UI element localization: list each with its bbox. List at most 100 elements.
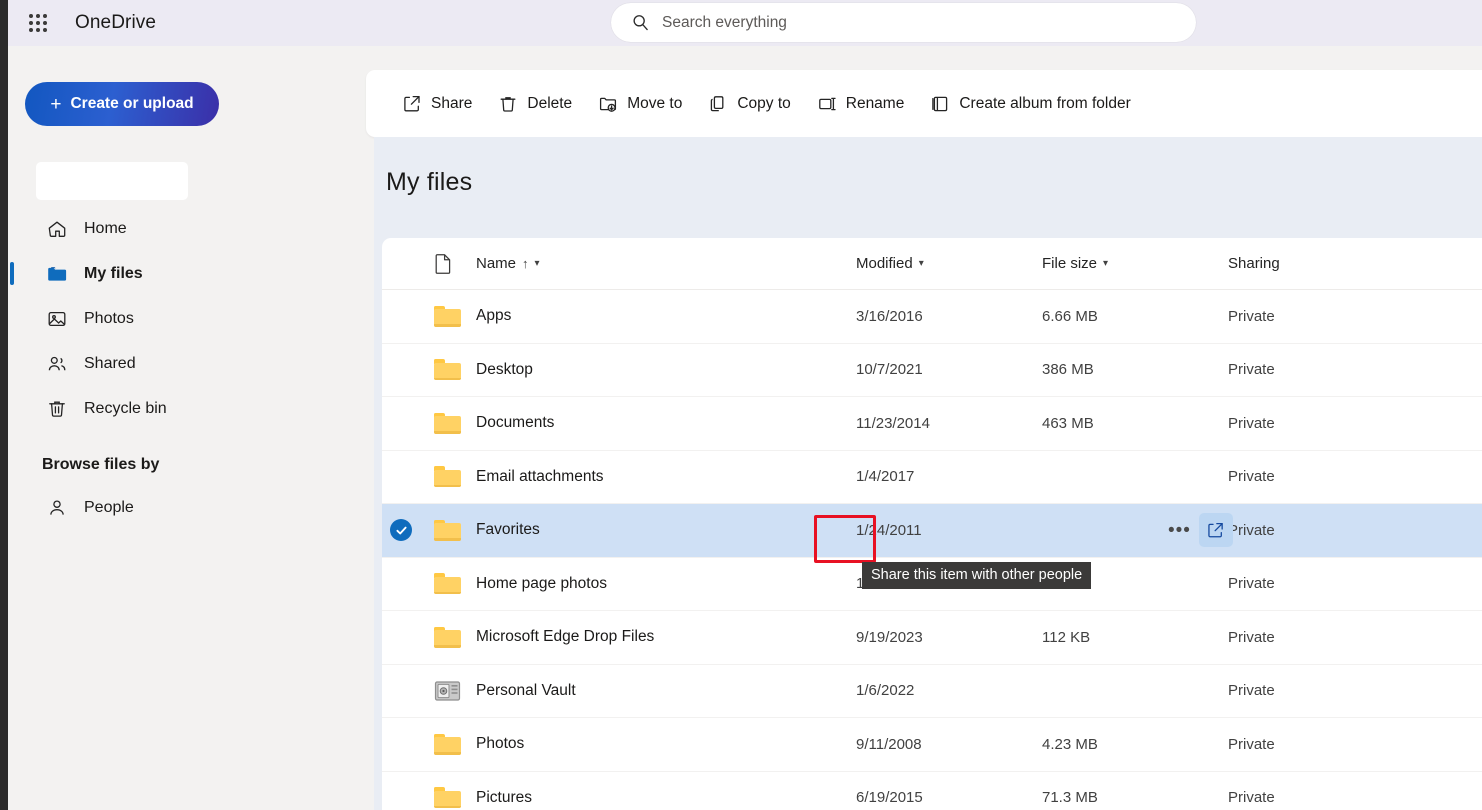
create-or-upload-button[interactable]: + Create or upload [25,82,219,126]
column-header-name[interactable]: Name ↑ ▾ [476,255,856,272]
table-row[interactable]: Documents 11/23/2014 463 MB Private [382,397,1482,451]
home-icon [46,218,68,240]
row-name[interactable]: Favorites [476,521,856,539]
row-name[interactable]: Microsoft Edge Drop Files [476,628,856,646]
row-select-checkbox[interactable] [382,519,420,542]
row-sharing: Private [1228,789,1275,807]
checkbox-unchecked-icon[interactable] [390,626,412,648]
table-row[interactable]: Personal Vault 1/6/2022 Private [382,665,1482,718]
folder-icon [434,412,461,434]
row-share-button[interactable] [1198,513,1233,548]
toolbar-delete-button[interactable]: Delete [486,84,584,124]
toolbar-create-album-button[interactable]: Create album from folder [918,84,1142,124]
file-type-column-header[interactable] [420,253,476,274]
checkbox-unchecked-icon[interactable] [390,680,412,702]
row-select-checkbox[interactable] [382,305,420,327]
move-to-icon [598,94,618,114]
row-more-options-button[interactable]: ••• [1168,521,1191,540]
checkbox-unchecked-icon[interactable] [390,359,412,381]
chevron-down-icon[interactable]: ▾ [919,258,924,269]
row-name[interactable]: Home page photos [476,575,856,593]
sidebar-item-home[interactable]: Home [8,206,374,251]
row-name[interactable]: Email attachments [476,468,856,486]
row-select-checkbox[interactable] [382,359,420,381]
table-row[interactable]: Photos 9/11/2008 4.23 MB Private [382,718,1482,772]
row-sharing: Private [1228,575,1275,593]
table-body: Apps 3/16/2016 6.66 MB Private Desktop 10/7/2… [382,290,1482,810]
row-name[interactable]: Photos [476,735,856,753]
sidebar-item-people[interactable]: People [8,485,374,530]
column-header-modified[interactable]: Modified ▾ [856,255,1042,272]
checkbox-unchecked-icon[interactable] [390,412,412,434]
row-name[interactable]: Documents [476,414,856,432]
checkbox-unchecked-icon[interactable] [390,305,412,327]
column-header-file-size[interactable]: File size ▾ [1042,255,1228,272]
toolbar-move-to-button[interactable]: Move to [586,84,694,124]
table-row[interactable]: Apps 3/16/2016 6.66 MB Private [382,290,1482,344]
create-button-label: Create or upload [70,95,194,112]
browse-files-by-heading: Browse files by [42,456,160,473]
waffle-grid-icon[interactable] [25,10,51,36]
row-select-checkbox[interactable] [382,573,420,595]
toolbar-item-label: Share [431,94,473,112]
checkbox-unchecked-icon[interactable] [390,573,412,595]
folder-icon [434,626,461,648]
row-select-checkbox[interactable] [382,733,420,755]
row-select-checkbox[interactable] [382,787,420,809]
folder-icon [434,733,461,755]
row-file-size: 386 MB [1042,361,1094,379]
sidebar-item-shared[interactable]: Shared [8,341,374,386]
sidebar-item-photos[interactable]: Photos [8,296,374,341]
sidebar-item-recycle-bin[interactable]: Recycle bin [8,386,374,431]
table-row[interactable]: Favorites 1/24/2011 Private ••• [382,504,1482,558]
row-file-icon [420,412,476,434]
copy-icon [708,94,728,114]
table-row[interactable]: Desktop 10/7/2021 386 MB Private [382,344,1482,397]
row-file-size: 112 KB [1042,628,1091,646]
row-select-checkbox[interactable] [382,680,420,702]
row-sharing: Private [1228,307,1275,325]
sort-ascending-icon: ↑ [522,256,529,271]
share-tooltip: Share this item with other people [862,562,1092,589]
toolbar-share-button[interactable]: Share [390,84,484,124]
row-file-icon [420,680,476,702]
chevron-down-icon[interactable]: ▾ [1103,258,1108,269]
toolbar-rename-button[interactable]: Rename [805,84,917,124]
table-row[interactable]: Pictures 6/19/2015 71.3 MB Private [382,772,1482,810]
row-modified: 1/6/2022 [856,682,915,700]
app-brand-title: OneDrive [75,12,157,33]
checkbox-checked-icon[interactable] [390,519,412,542]
document-icon [435,254,451,274]
row-modified: 1/4/2017 [856,468,915,486]
column-header-sharing[interactable]: Sharing [1228,255,1482,272]
toolbar-item-label: Copy to [737,94,791,112]
checkbox-unchecked-icon[interactable] [390,787,412,809]
search-input[interactable]: Search everything [662,14,787,32]
row-select-checkbox[interactable] [382,412,420,434]
checkbox-unchecked-icon[interactable] [390,466,412,488]
sidebar-item-my-files[interactable]: My files [8,251,374,296]
app-header: OneDrive Search everything [8,0,1482,46]
chevron-down-icon[interactable]: ▾ [535,258,540,269]
person-icon [46,497,68,519]
rename-icon [817,94,837,114]
row-name[interactable]: Apps [476,307,856,325]
sidebar-item-label: Recycle bin [84,399,167,417]
row-file-size: 463 MB [1042,414,1094,432]
table-row[interactable]: Email attachments 1/4/2017 Private [382,451,1482,504]
table-row[interactable]: Microsoft Edge Drop Files 9/19/2023 112 KB… [382,611,1482,665]
row-select-checkbox[interactable] [382,466,420,488]
folder-icon [434,519,461,541]
row-select-checkbox[interactable] [382,626,420,648]
sidebar-item-label: My files [84,264,143,282]
toolbar-copy-to-button[interactable]: Copy to [696,84,802,124]
row-name[interactable]: Personal Vault [476,682,856,700]
row-file-icon [420,733,476,755]
checkbox-unchecked-icon[interactable] [390,733,412,755]
command-toolbar: Share Delete Move to Copy to Rename Crea… [366,70,1482,137]
search-bar[interactable]: Search everything [611,3,1196,42]
row-name[interactable]: Pictures [476,789,856,807]
row-name[interactable]: Desktop [476,361,856,379]
sidebar-item-label: Shared [84,354,136,372]
row-sharing: Private [1228,361,1275,379]
